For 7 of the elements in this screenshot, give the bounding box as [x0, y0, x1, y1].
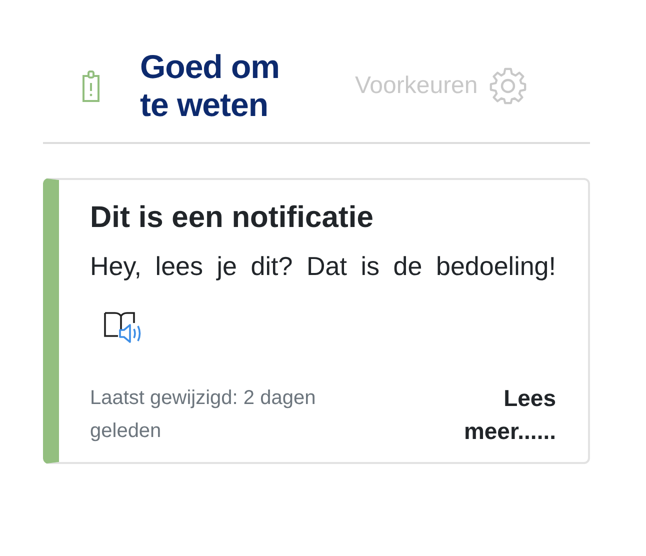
- last-modified-text: Laatst gewijzigd: 2 dagen geleden: [90, 386, 317, 444]
- read-more-link[interactable]: Lees meer......: [416, 382, 556, 448]
- notification-title: Dit is een notificatie: [90, 200, 374, 236]
- notification-text: Hey, lees je dit? Dat is de bedoeling!: [90, 238, 556, 352]
- clipboard-alert-icon: [82, 70, 100, 102]
- section-title: Goed om te weten: [140, 48, 281, 124]
- settings-icon: [488, 66, 528, 106]
